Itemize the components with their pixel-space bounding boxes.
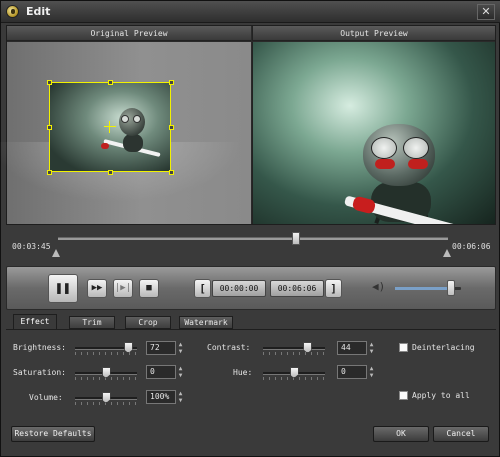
- window-title: Edit: [26, 5, 51, 18]
- volume-label: Volume:: [29, 393, 63, 402]
- tab-crop[interactable]: Crop: [125, 316, 171, 329]
- title-bar[interactable]: Edit ✕: [1, 1, 500, 23]
- original-preview-label: Original Preview: [7, 26, 251, 41]
- tab-watermark[interactable]: Watermark: [179, 316, 233, 329]
- edit-dialog: Edit ✕ Original Preview Output Preview 0…: [0, 0, 500, 457]
- start-time-field[interactable]: 00:00:00: [212, 280, 266, 297]
- deinterlacing-label: Deinterlacing: [412, 343, 475, 352]
- crop-handle-bm[interactable]: [108, 170, 113, 175]
- contrast-spinner[interactable]: ▲ ▼: [367, 341, 376, 355]
- volume-slider-fill: [395, 287, 452, 290]
- timeline-track[interactable]: [58, 237, 448, 240]
- output-preview-pane: [252, 42, 495, 224]
- contrast-value[interactable]: 44: [337, 341, 367, 355]
- close-button[interactable]: ✕: [477, 4, 495, 20]
- brightness-spinner[interactable]: ▲ ▼: [176, 341, 185, 355]
- cancel-button[interactable]: Cancel: [433, 426, 489, 442]
- deinterlacing-checkbox[interactable]: [399, 343, 408, 352]
- ok-button[interactable]: OK: [373, 426, 429, 442]
- next-frame-button[interactable]: |▶|: [113, 279, 133, 298]
- hue-label: Hue:: [233, 368, 253, 377]
- saturation-spinner[interactable]: ▲ ▼: [176, 365, 185, 379]
- crop-handle-tr[interactable]: [169, 80, 174, 85]
- tab-effect[interactable]: Effect: [13, 314, 57, 330]
- timeline-end-time: 00:06:06: [452, 242, 491, 251]
- end-time-field[interactable]: 00:06:06: [270, 280, 324, 297]
- restore-defaults-button[interactable]: Restore Defaults: [11, 426, 95, 442]
- saturation-value[interactable]: 0: [146, 365, 176, 379]
- output-preview-label: Output Preview: [252, 26, 495, 41]
- volume-icon[interactable]: ◀): [372, 280, 386, 296]
- trim-end-marker[interactable]: [443, 249, 451, 257]
- timeline: 00:03:45 00:06:06: [6, 227, 496, 265]
- saturation-label: Saturation:: [13, 368, 66, 377]
- app-icon: [6, 5, 19, 18]
- volume-spinner[interactable]: ▲ ▼: [176, 390, 185, 404]
- stop-button[interactable]: ■: [139, 279, 159, 298]
- pause-button[interactable]: ❚❚: [48, 274, 78, 303]
- contrast-label: Contrast:: [207, 343, 251, 352]
- crop-center-crosshair: [104, 126, 116, 127]
- hue-spinner[interactable]: ▲ ▼: [367, 365, 376, 379]
- contrast-slider[interactable]: [263, 347, 325, 350]
- playback-controls: ❚❚ ▶▶ |▶| ■ [ 00:00:00 00:06:06 ] ◀): [6, 266, 496, 310]
- crop-handle-tm[interactable]: [108, 80, 113, 85]
- crop-handle-mr[interactable]: [169, 125, 174, 130]
- timeline-playhead[interactable]: [291, 232, 300, 245]
- preview-panel: Original Preview Output Preview: [0, 25, 496, 225]
- hue-value[interactable]: 0: [337, 365, 367, 379]
- original-preview-pane: [0, 42, 251, 224]
- brightness-value[interactable]: 72: [146, 341, 176, 355]
- volume-slider-thumb[interactable]: [447, 280, 456, 296]
- timeline-start-time: 00:03:45: [12, 242, 51, 251]
- tab-trim[interactable]: Trim: [69, 316, 115, 329]
- trim-start-marker[interactable]: [52, 249, 60, 257]
- crop-rectangle[interactable]: [49, 82, 171, 172]
- crop-handle-ml[interactable]: [47, 125, 52, 130]
- apply-to-all-label: Apply to all: [412, 391, 470, 400]
- crop-handle-bl[interactable]: [47, 170, 52, 175]
- set-start-button[interactable]: [: [194, 279, 211, 298]
- crop-handle-tl[interactable]: [47, 80, 52, 85]
- crop-handle-br[interactable]: [169, 170, 174, 175]
- apply-to-all-checkbox[interactable]: [399, 391, 408, 400]
- fast-forward-button[interactable]: ▶▶: [87, 279, 107, 298]
- brightness-label: Brightness:: [13, 343, 66, 352]
- set-end-button[interactable]: ]: [325, 279, 342, 298]
- volume-value[interactable]: 100%: [146, 390, 176, 404]
